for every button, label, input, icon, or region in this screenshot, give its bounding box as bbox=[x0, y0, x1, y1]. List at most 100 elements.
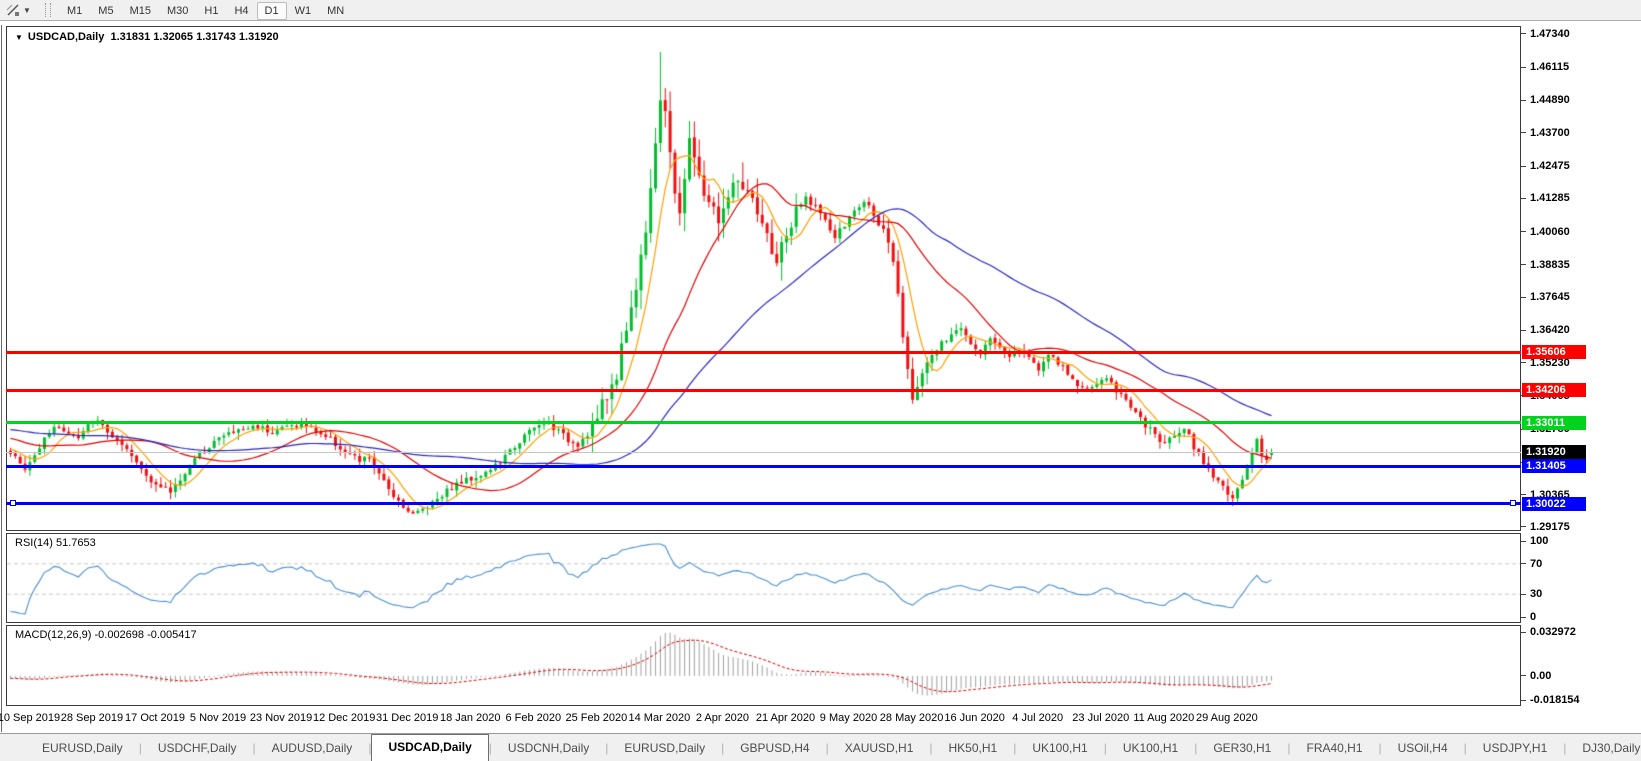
tab-ger30-h1-11[interactable]: GER30,H1 bbox=[1197, 736, 1287, 761]
window-left-border bbox=[1, 25, 2, 732]
toolbar: ▼ M1 M5 M15 M30 H1 H4 D1 W1 MN bbox=[0, 0, 1641, 21]
hline-1-34206[interactable] bbox=[6, 388, 1521, 392]
price-tick-label-1-40060: 1.40060 bbox=[1530, 225, 1570, 238]
price-tick-label-1-41285: 1.41285 bbox=[1530, 192, 1570, 205]
macd-tick-mark bbox=[1521, 699, 1526, 701]
rsi-scale-label-30: 30 bbox=[1530, 588, 1543, 601]
price-tick-label-1-36420: 1.36420 bbox=[1530, 324, 1570, 337]
price-tick-mark bbox=[1521, 33, 1526, 35]
macd-panel: MACD(12,26,9) -0.002698 -0.005417 bbox=[6, 625, 1521, 706]
rsi-panel: RSI(14) 51.7653 bbox=[6, 533, 1521, 623]
mt4-window: ▼ M1 M5 M15 M30 H1 H4 D1 W1 MN ▼ USDCAD,Daily 1.3… bbox=[0, 0, 1641, 761]
date-label-21-apr-2020: 21 Apr 2020 bbox=[755, 712, 816, 724]
rsi-value: 51.7653 bbox=[55, 537, 96, 549]
price-tick-label-1-46115: 1.46115 bbox=[1530, 61, 1570, 74]
timeframe-button-h4[interactable]: H4 bbox=[226, 2, 256, 20]
tab-dj30-daily-15[interactable]: DJ30,Daily bbox=[1566, 736, 1641, 761]
timeframe-button-m5[interactable]: M5 bbox=[90, 2, 121, 20]
price-tag-1-30022: 1.30022 bbox=[1522, 496, 1586, 511]
date-label-2-apr-2020: 2 Apr 2020 bbox=[695, 712, 750, 724]
date-label-10-sep-2019: 10 Sep 2019 bbox=[0, 712, 61, 724]
timeframe-button-m1[interactable]: M1 bbox=[59, 2, 90, 20]
timeframe-button-w1[interactable]: W1 bbox=[287, 2, 320, 20]
price-tick-mark bbox=[1521, 296, 1526, 298]
date-label-23-nov-2019: 23 Nov 2019 bbox=[249, 712, 313, 724]
tab-hk50-h1-8[interactable]: HK50,H1 bbox=[933, 736, 1014, 761]
date-label-11-aug-2020: 11 Aug 2020 bbox=[1133, 712, 1195, 724]
timeframe-button-h1[interactable]: H1 bbox=[196, 2, 226, 20]
hline-handle-right[interactable] bbox=[1510, 500, 1516, 507]
price-tick-label-1-43700: 1.43700 bbox=[1530, 126, 1570, 139]
price-tick-label-1-29175: 1.29175 bbox=[1530, 520, 1570, 533]
price-tick-mark bbox=[1521, 362, 1526, 364]
macd-scale-label-0-032972: 0.032972 bbox=[1530, 626, 1576, 638]
macd-values: -0.002698 -0.005417 bbox=[94, 629, 197, 641]
timeframe-button-mn[interactable]: MN bbox=[319, 2, 352, 20]
tab-audusd-daily-2[interactable]: AUDUSD,Daily bbox=[256, 736, 369, 761]
timeframe-button-d1[interactable]: D1 bbox=[256, 1, 287, 20]
price-tick-mark bbox=[1521, 165, 1526, 167]
price-tick-mark bbox=[1521, 132, 1526, 134]
timeframe-button-m30[interactable]: M30 bbox=[159, 2, 196, 20]
rsi-canvas[interactable] bbox=[7, 534, 1520, 622]
hline-1-31405[interactable] bbox=[6, 464, 1521, 468]
price-tick-mark bbox=[1521, 66, 1526, 68]
rsi-title: RSI(14) 51.7653 bbox=[15, 537, 96, 549]
rsi-scale-label-100: 100 bbox=[1530, 535, 1549, 547]
toolbar-grip[interactable] bbox=[45, 3, 51, 17]
tab-fra40-h1-12[interactable]: FRA40,H1 bbox=[1290, 736, 1378, 761]
macd-scale-label-0-00: 0.00 bbox=[1530, 669, 1552, 682]
macd-scale-label--0-018154: -0.018154 bbox=[1530, 694, 1580, 706]
tab-usoil-h4-13[interactable]: USOil,H4 bbox=[1382, 736, 1464, 761]
price-tick-mark bbox=[1521, 329, 1526, 331]
macd-tick-mark bbox=[1521, 631, 1526, 633]
price-tick-label-1-47340: 1.47340 bbox=[1530, 27, 1570, 40]
current-price-line bbox=[6, 452, 1521, 454]
timeframe-button-m15[interactable]: M15 bbox=[122, 2, 159, 20]
date-label-6-feb-2020: 6 Feb 2020 bbox=[505, 712, 562, 724]
hline-1-35606[interactable] bbox=[6, 350, 1521, 354]
macd-tick-mark bbox=[1521, 675, 1526, 677]
date-label-12-dec-2019: 12 Dec 2019 bbox=[312, 712, 376, 724]
price-tick-mark bbox=[1521, 264, 1526, 266]
tab-usdchf-daily-1[interactable]: USDCHF,Daily bbox=[142, 736, 253, 761]
tab-eurusd-daily-5[interactable]: EURUSD,Daily bbox=[608, 736, 721, 761]
price-tick-label-1-44890: 1.44890 bbox=[1530, 94, 1570, 107]
hline-1-33011[interactable] bbox=[6, 421, 1521, 425]
price-tag-1-31405: 1.31405 bbox=[1522, 459, 1586, 474]
date-label-29-aug-2020: 29 Aug 2020 bbox=[1195, 712, 1258, 724]
chart-header: ▼ USDCAD,Daily 1.31831 1.32065 1.31743 1.… bbox=[15, 31, 279, 43]
chart-tab-bar: EURUSD,Daily | USDCHF,Daily | AUDUSD,Daily | U… bbox=[0, 733, 1641, 761]
price-tick-label-1-42475: 1.42475 bbox=[1530, 160, 1570, 172]
main-chart-canvas[interactable] bbox=[7, 27, 1520, 530]
date-label-16-jun-2020: 16 Jun 2020 bbox=[944, 712, 1005, 724]
tab-usdjpy-h1-14[interactable]: USDJPY,H1 bbox=[1467, 736, 1563, 761]
price-chart-panel: ▼ USDCAD,Daily 1.31831 1.32065 1.31743 1.… bbox=[6, 26, 1521, 531]
rsi-tick-mark bbox=[1521, 616, 1526, 618]
chart-symbol-timeframe: USDCAD,Daily bbox=[27, 31, 105, 43]
chart-ohlc-values: 1.31831 1.32065 1.31743 1.31920 bbox=[110, 31, 279, 43]
tab-xauusd-h1-7[interactable]: XAUUSD,H1 bbox=[829, 736, 930, 761]
rsi-tick-mark bbox=[1521, 563, 1526, 565]
price-tick-mark bbox=[1521, 231, 1526, 233]
macd-title: MACD(12,26,9) -0.002698 -0.005417 bbox=[15, 629, 197, 641]
rsi-tick-mark bbox=[1521, 540, 1526, 542]
price-tag-1-33011: 1.33011 bbox=[1522, 415, 1586, 430]
hline-handle-left[interactable] bbox=[10, 500, 16, 507]
tab-eurusd-daily-0[interactable]: EURUSD,Daily bbox=[26, 736, 139, 761]
tab-usdcnh-daily-4[interactable]: USDCNH,Daily bbox=[492, 736, 605, 761]
chart-dropdown-icon[interactable]: ▼ bbox=[15, 33, 23, 42]
draw-tool-icon[interactable] bbox=[3, 1, 23, 19]
price-tick-mark bbox=[1521, 526, 1526, 528]
macd-canvas[interactable] bbox=[7, 626, 1520, 705]
date-label-4-jul-2020: 4 Jul 2020 bbox=[1012, 712, 1064, 724]
timeframe-button-group: M1 M5 M15 M30 H1 H4 D1 W1 MN bbox=[59, 1, 352, 20]
date-label-5-nov-2019: 5 Nov 2019 bbox=[189, 712, 247, 724]
price-tick-label-1-38835: 1.38835 bbox=[1530, 258, 1570, 271]
tab-gbpusd-h4-6[interactable]: GBPUSD,H4 bbox=[724, 736, 825, 761]
tab-usdcad-daily-3[interactable]: USDCAD,Daily bbox=[371, 734, 489, 761]
tab-uk100-h1-10[interactable]: UK100,H1 bbox=[1107, 736, 1194, 761]
tool-dropdown-caret-icon[interactable]: ▼ bbox=[23, 6, 35, 15]
hline-1-30022[interactable] bbox=[6, 502, 1521, 506]
tab-uk100-h1-9[interactable]: UK100,H1 bbox=[1016, 736, 1103, 761]
